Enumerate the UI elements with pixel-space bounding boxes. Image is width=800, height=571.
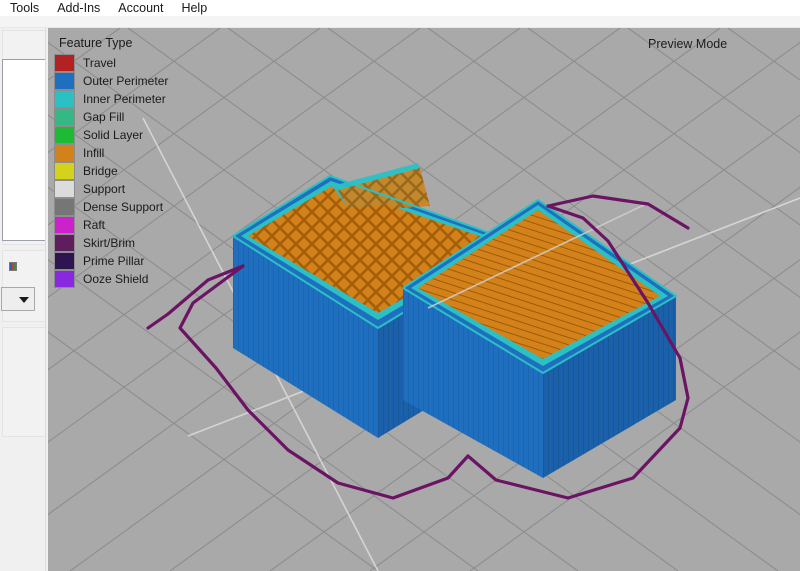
menu-bar: Tools Add-Ins Account Help bbox=[0, 0, 800, 16]
legend-title: Feature Type bbox=[59, 36, 168, 50]
menu-item-help[interactable]: Help bbox=[181, 0, 207, 16]
legend-label: Outer Perimeter bbox=[83, 72, 168, 90]
menu-item-add-ins[interactable]: Add-Ins bbox=[57, 0, 100, 16]
chevron-down-icon bbox=[19, 297, 29, 303]
legend-swatch bbox=[54, 144, 75, 162]
legend-label: Gap Fill bbox=[83, 108, 124, 126]
legend-swatch bbox=[54, 234, 75, 252]
legend-label: Support bbox=[83, 180, 125, 198]
legend-swatch bbox=[54, 108, 75, 126]
legend-item-outer-perimeter[interactable]: Outer Perimeter bbox=[54, 72, 168, 90]
legend-item-prime-pillar[interactable]: Prime Pillar bbox=[54, 252, 168, 270]
legend-label: Travel bbox=[83, 54, 116, 72]
left-side-panel bbox=[0, 28, 48, 571]
legend-swatch bbox=[54, 162, 75, 180]
legend-label: Bridge bbox=[83, 162, 118, 180]
legend-label: Inner Perimeter bbox=[83, 90, 166, 108]
legend-label: Prime Pillar bbox=[83, 252, 144, 270]
legend-swatch bbox=[54, 270, 75, 288]
legend-item-ooze-shield[interactable]: Ooze Shield bbox=[54, 270, 168, 288]
panel-divider bbox=[45, 28, 46, 571]
legend-swatch bbox=[54, 216, 75, 234]
legend-item-support[interactable]: Support bbox=[54, 180, 168, 198]
legend-item-dense-support[interactable]: Dense Support bbox=[54, 198, 168, 216]
legend-swatch bbox=[54, 198, 75, 216]
legend-swatch bbox=[54, 72, 75, 90]
legend-item-raft[interactable]: Raft bbox=[54, 216, 168, 234]
menu-item-tools[interactable]: Tools bbox=[10, 0, 39, 16]
legend-label: Skirt/Brim bbox=[83, 234, 135, 252]
process-dropdown[interactable] bbox=[1, 287, 35, 311]
legend-item-solid-layer[interactable]: Solid Layer bbox=[54, 126, 168, 144]
legend-swatch bbox=[54, 126, 75, 144]
menu-item-account[interactable]: Account bbox=[118, 0, 163, 16]
legend-swatch bbox=[54, 180, 75, 198]
legend-swatch bbox=[54, 252, 75, 270]
3d-viewport[interactable]: Preview Mode Feature Type TravelOuter Pe… bbox=[48, 28, 800, 571]
models-group-box bbox=[2, 30, 46, 245]
legend-label: Ooze Shield bbox=[83, 270, 148, 288]
legend-rows: TravelOuter PerimeterInner PerimeterGap … bbox=[54, 54, 168, 288]
feature-type-legend: Feature Type TravelOuter PerimeterInner … bbox=[54, 36, 168, 288]
legend-item-inner-perimeter[interactable]: Inner Perimeter bbox=[54, 90, 168, 108]
legend-label: Infill bbox=[83, 144, 104, 162]
toolbar-strip bbox=[0, 16, 800, 28]
preview-mode-label: Preview Mode bbox=[648, 37, 727, 51]
legend-label: Solid Layer bbox=[83, 126, 143, 144]
process-group-box bbox=[2, 250, 46, 322]
legend-item-skirt-brim[interactable]: Skirt/Brim bbox=[54, 234, 168, 252]
legend-item-infill[interactable]: Infill bbox=[54, 144, 168, 162]
legend-label: Raft bbox=[83, 216, 105, 234]
legend-item-bridge[interactable]: Bridge bbox=[54, 162, 168, 180]
legend-item-gap-fill[interactable]: Gap Fill bbox=[54, 108, 168, 126]
legend-swatch bbox=[54, 54, 75, 72]
settings-group-box bbox=[2, 327, 46, 437]
model-list[interactable] bbox=[2, 59, 46, 241]
color-swatch-icon bbox=[9, 262, 17, 271]
legend-item-travel[interactable]: Travel bbox=[54, 54, 168, 72]
legend-label: Dense Support bbox=[83, 198, 163, 216]
legend-swatch bbox=[54, 90, 75, 108]
